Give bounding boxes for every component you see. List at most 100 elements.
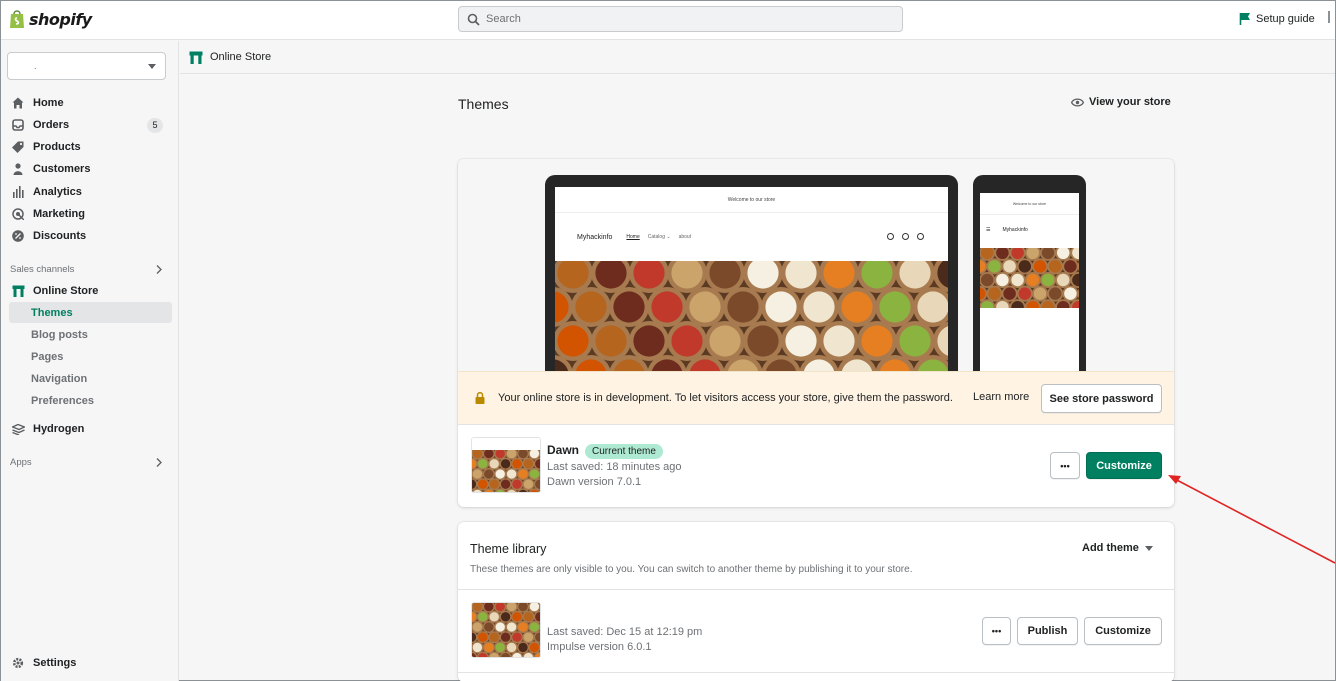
sidebar-item-home[interactable]: Home [9,93,172,113]
hydrogen-icon [11,422,25,436]
store-name: . [34,61,37,71]
mobile-preview-screen: Welcome to our store ☰ Myhackinfo [980,193,1079,373]
sidebar-item-label: Home [33,97,64,109]
sidebar-item-label: Discounts [33,230,87,242]
flag-icon [1239,13,1250,25]
sidebar-item-navigation[interactable]: Navigation [9,368,172,389]
hamburger-icon: ☰ [986,227,991,233]
store-icon [11,284,25,298]
breadcrumb: Online Store [180,41,1335,74]
page-title: Themes [458,96,509,112]
search-placeholder: Search [486,13,521,25]
preview-nav-item: about [678,234,692,240]
library-theme-version: Impulse version 6.0.1 [547,641,652,653]
apps-header[interactable]: Apps [10,457,162,468]
setup-guide-link[interactable]: Setup guide [1239,12,1315,25]
lock-icon [475,392,485,404]
food-bowls-image [555,261,948,373]
divider [458,672,1174,673]
preview-store-name-mobile: Myhackinfo [1002,227,1028,233]
tag-icon [11,140,25,154]
add-theme-label: Add theme [1082,542,1139,554]
library-theme-thumbnail [471,602,541,658]
sidebar-item-settings[interactable]: Settings [9,653,172,673]
sidebar-item-label: Marketing [33,208,85,220]
top-bar: shopify Search Setup guide [1,1,1335,40]
development-banner: Your online store is in development. To … [458,371,1174,425]
preview-header: Myhackinfo Home Catalog ⌄ about [555,213,948,261]
sidebar-item-blog-posts[interactable]: Blog posts [9,324,172,345]
search-icon [467,13,480,26]
shopify-bag-icon [10,10,24,28]
sidebar-item-label: Online Store [33,285,99,297]
discount-icon [11,229,25,243]
logo-text: shopify [29,9,92,29]
theme-library-card: Theme library These themes are only visi… [458,522,1174,681]
current-theme-card: Welcome to our store Myhackinfo Home Cat… [458,159,1174,507]
sidebar: . Home Orders 5 Products Customers Analy… [1,41,179,681]
sidebar-item-products[interactable]: Products [9,137,172,157]
shopify-logo[interactable]: shopify [8,9,92,29]
see-store-password-button[interactable]: See store password [1041,384,1162,413]
preview-announcement-mobile: Welcome to our store [980,193,1079,215]
sidebar-item-hydrogen[interactable]: Hydrogen [9,419,172,439]
sidebar-item-orders[interactable]: Orders 5 [9,115,172,135]
orders-icon [11,118,25,132]
sidebar-item-discounts[interactable]: Discounts [9,226,172,246]
view-store-link[interactable]: View your store [1071,96,1171,108]
caret-down-icon [1144,545,1153,551]
home-icon [11,96,25,110]
publish-button[interactable]: Publish [1017,617,1078,645]
sidebar-item-online-store[interactable]: Online Store [9,281,172,301]
theme-name: Dawn [547,443,580,457]
customize-button[interactable]: Customize [1086,452,1162,479]
sales-channels-header[interactable]: Sales channels [10,264,162,275]
library-more-actions-button[interactable]: ••• [982,617,1011,645]
sidebar-item-label: Hydrogen [33,423,85,435]
chevron-right-icon [156,265,162,274]
desktop-preview: Welcome to our store Myhackinfo Home Cat… [545,175,958,373]
breadcrumb-label[interactable]: Online Store [210,51,271,63]
sidebar-item-label: Analytics [33,186,82,198]
desktop-preview-screen: Welcome to our store Myhackinfo Home Cat… [555,187,948,373]
development-message: Your online store is in development. To … [498,392,953,404]
sidebar-item-analytics[interactable]: Analytics [9,182,172,202]
sidebar-item-pages[interactable]: Pages [9,346,172,367]
person-icon [11,162,25,176]
gear-icon [11,656,25,670]
apps-label: Apps [10,457,32,468]
sidebar-item-customers[interactable]: Customers [9,159,172,179]
theme-library-subtitle: These themes are only visible to you. Yo… [470,564,913,575]
add-theme-dropdown[interactable]: Add theme [1082,542,1153,554]
chevron-right-icon [156,458,162,467]
view-store-label: View your store [1089,96,1171,108]
orders-count-badge: 5 [147,117,163,133]
preview-header-icons [887,233,924,240]
store-selector[interactable]: . [7,52,166,80]
preview-store-name: Myhackinfo [577,233,613,241]
more-actions-button[interactable]: ••• [1050,452,1080,479]
theme-preview[interactable]: Welcome to our store Myhackinfo Home Cat… [458,159,1174,373]
learn-more-link[interactable]: Learn more [973,391,1029,403]
food-bowls-image-mobile [980,248,1079,308]
preview-header-mobile: ☰ Myhackinfo [980,215,1079,245]
sidebar-item-marketing[interactable]: Marketing [9,204,172,224]
sales-channels-label: Sales channels [10,264,75,275]
sidebar-item-themes[interactable]: Themes [9,302,172,323]
sidebar-item-label: Customers [33,163,91,175]
user-menu-edge[interactable] [1328,11,1330,23]
theme-library-title: Theme library [470,542,547,556]
preview-nav: Home Catalog ⌄ about [626,234,691,240]
search-input[interactable]: Search [458,6,903,32]
eye-icon [1071,97,1084,107]
sidebar-item-preferences[interactable]: Preferences [9,390,172,411]
sidebar-item-label: Products [33,141,81,153]
bar-chart-icon [11,185,25,199]
preview-nav-item: Catalog ⌄ [647,234,671,240]
library-customize-button[interactable]: Customize [1084,617,1162,645]
current-theme-badge: Current theme [585,444,663,459]
mobile-preview: Welcome to our store ☰ Myhackinfo [973,175,1086,373]
library-theme-row: Last saved: Dec 15 at 12:19 pm Impulse v… [458,590,1174,672]
sidebar-item-label: Settings [33,657,77,669]
setup-guide-label: Setup guide [1256,12,1315,25]
